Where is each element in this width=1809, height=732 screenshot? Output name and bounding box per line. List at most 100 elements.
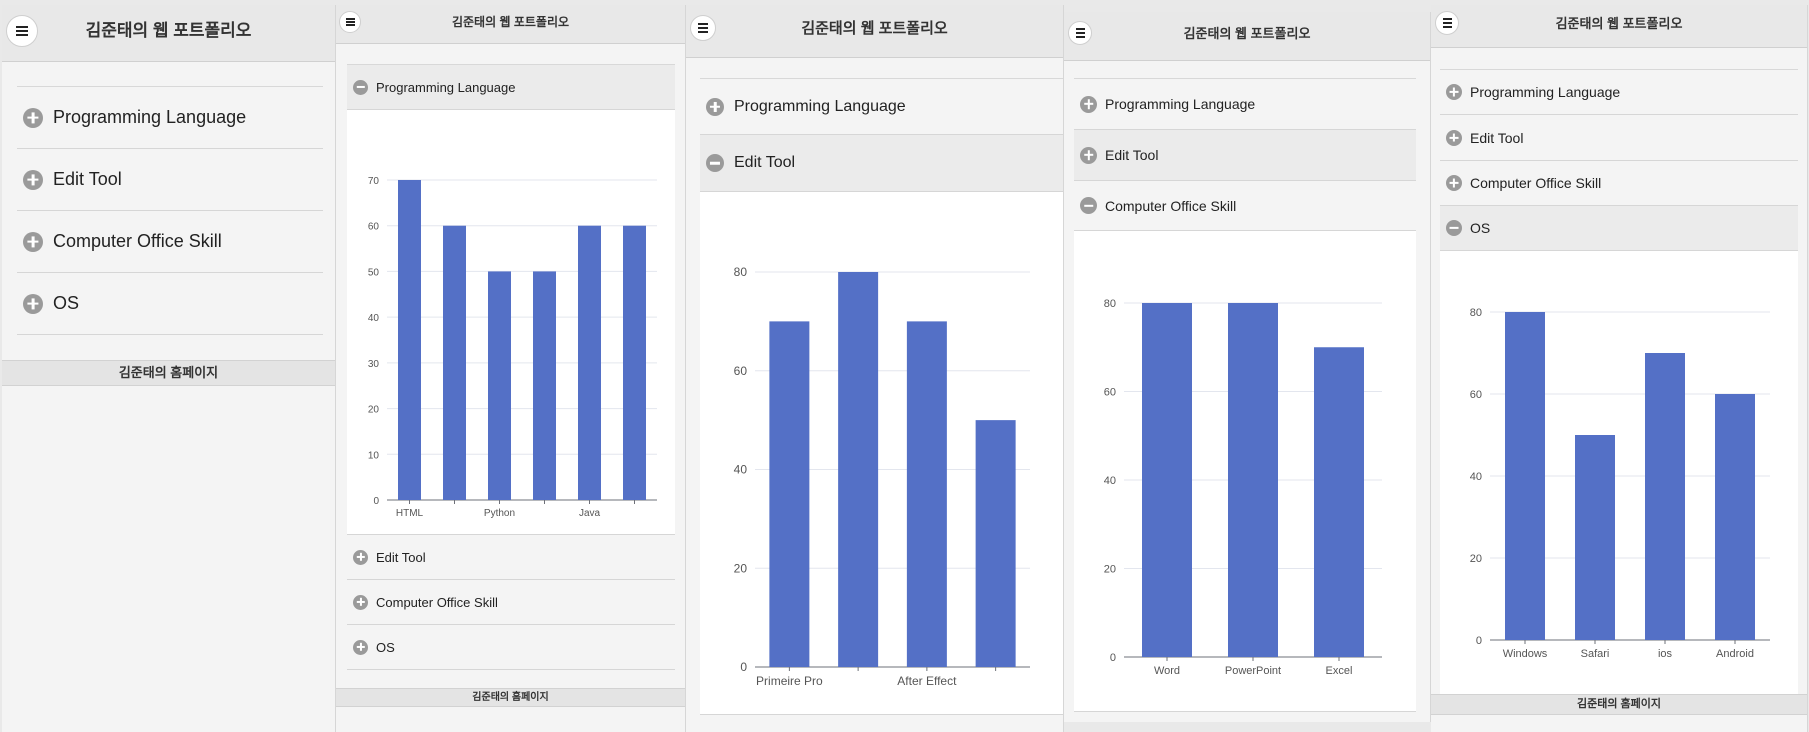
bar[interactable]	[1645, 353, 1685, 640]
accordion: Programming Language Edit Tool Computer …	[1440, 69, 1798, 698]
header-bar: 김준태의 웹 포트폴리오	[1064, 12, 1430, 61]
accordion: Programming Language Edit Tool 0 20 40 60 80…	[700, 78, 1063, 715]
accordion-item-programming[interactable]: Programming Language	[347, 65, 675, 110]
footer: 김준태의 홈페이지	[2, 360, 335, 386]
plus-icon	[1446, 175, 1462, 191]
accordion: Programming Language Edit Tool Computer …	[1074, 78, 1416, 712]
accordion-item-os[interactable]: OS	[17, 273, 323, 335]
x-tick-label: Android	[1716, 648, 1754, 660]
x-tick-label: Excel	[1326, 665, 1353, 677]
menu-button[interactable]	[1068, 21, 1092, 45]
accordion-item-programming[interactable]: Programming Language	[1440, 70, 1798, 115]
bar[interactable]	[1715, 394, 1755, 640]
y-tick-label: 80	[1104, 298, 1116, 310]
plus-icon	[23, 107, 43, 128]
y-tick-label: 60	[1470, 389, 1482, 401]
accordion-label: Programming Language	[376, 79, 516, 95]
bar[interactable]	[623, 225, 646, 500]
bar[interactable]	[1575, 435, 1615, 640]
bar[interactable]	[398, 180, 421, 500]
bar-chart-os: 0 20 40 60 80 Windows Safari ios Android	[1470, 307, 1770, 660]
accordion-label: Edit Tool	[376, 549, 426, 565]
accordion-label: Programming Language	[734, 97, 906, 115]
footer-text: 김준태의 홈페이지	[472, 692, 549, 703]
x-tick-label: Safari	[1581, 648, 1610, 660]
page-title: 김준태의 웹 포트폴리오	[1183, 26, 1311, 41]
x-tick-label: Java	[579, 508, 601, 519]
bar[interactable]	[578, 225, 601, 500]
accordion-item-office-skill[interactable]: Computer Office Skill	[1074, 181, 1416, 231]
plus-icon	[1446, 84, 1462, 100]
plus-icon	[1080, 146, 1097, 164]
plus-icon	[1080, 95, 1097, 113]
bar[interactable]	[906, 321, 947, 667]
accordion-item-edit-tool[interactable]: Edit Tool	[700, 135, 1063, 192]
page-title: 김준태의 웹 포트폴리오	[801, 20, 948, 37]
hamburger-icon	[345, 17, 355, 28]
panel-os-open: 김준태의 웹 포트폴리오 Programming Language Edit T…	[1431, 5, 1808, 732]
bar[interactable]	[443, 225, 466, 500]
accordion-item-programming[interactable]: Programming Language	[17, 87, 323, 149]
hamburger-icon	[1442, 16, 1452, 30]
panel-programming-open: 김준태의 웹 포트폴리오 Programming Language 0 10 20 3…	[336, 5, 686, 732]
accordion-item-os[interactable]: OS	[1440, 206, 1798, 251]
bar[interactable]	[975, 420, 1016, 667]
accordion-item-os[interactable]: OS	[347, 625, 675, 670]
y-tick-label: 40	[368, 313, 380, 324]
accordion-item-edit-tool[interactable]: Edit Tool	[347, 535, 675, 580]
y-tick-label: 10	[368, 450, 380, 461]
y-tick-label: 50	[368, 267, 380, 278]
bar[interactable]	[533, 271, 556, 500]
x-tick-label: HTML	[396, 508, 424, 519]
y-tick-label: 30	[368, 359, 380, 370]
bar[interactable]	[1142, 303, 1192, 657]
menu-button[interactable]	[339, 11, 361, 33]
header-bar: 김준태의 웹 포트폴리오	[1431, 5, 1807, 48]
plus-icon	[23, 231, 43, 252]
menu-button[interactable]	[690, 15, 716, 41]
menu-button[interactable]	[6, 15, 38, 47]
x-tick-label: Windows	[1503, 648, 1548, 660]
accordion-item-programming[interactable]: Programming Language	[700, 79, 1063, 135]
chart-panel: 0 20 40 60 80 Word PowerPoint Excel	[1074, 231, 1416, 712]
page-title: 김준태의 웹 포트폴리오	[1555, 16, 1683, 31]
y-tick-label: 60	[734, 364, 748, 378]
accordion-item-office-skill[interactable]: Computer Office Skill	[1440, 161, 1798, 206]
accordion-label: Computer Office Skill	[53, 231, 222, 251]
y-tick-label: 0	[1476, 635, 1482, 647]
header-bar: 김준태의 웹 포트폴리오	[686, 5, 1063, 58]
accordion: Programming Language Edit Tool Computer …	[17, 86, 323, 335]
x-tick-label: Primeire Pro	[756, 674, 823, 688]
y-tick-label: 80	[734, 265, 748, 279]
accordion-label: Computer Office Skill	[376, 594, 498, 610]
bar[interactable]	[769, 321, 810, 667]
accordion-label: OS	[1470, 220, 1491, 236]
header-bar: 김준태의 웹 포트폴리오	[2, 5, 335, 62]
plus-icon	[353, 549, 368, 565]
bar[interactable]	[488, 271, 511, 500]
accordion-item-programming[interactable]: Programming Language	[1074, 79, 1416, 130]
chart-panel: 0 20 40 60 80 Windows Safari ios Android	[1440, 251, 1798, 698]
minus-icon	[1080, 197, 1097, 214]
minus-icon	[1446, 220, 1462, 236]
accordion-item-edit-tool[interactable]: Edit Tool	[17, 149, 323, 211]
accordion-item-edit-tool[interactable]: Edit Tool	[1074, 130, 1416, 181]
accordion-item-office-skill[interactable]: Computer Office Skill	[17, 211, 323, 273]
y-tick-label: 70	[368, 176, 380, 187]
y-tick-label: 80	[1470, 307, 1482, 319]
bar[interactable]	[1314, 347, 1364, 657]
hamburger-icon	[698, 21, 708, 35]
bar[interactable]	[1228, 303, 1278, 657]
accordion-item-edit-tool[interactable]: Edit Tool	[1440, 115, 1798, 161]
accordion: Programming Language 0 10 20 30 40 50 60 70 HTML…	[347, 64, 675, 670]
accordion-label: Edit Tool	[53, 169, 122, 189]
accordion-label: OS	[376, 639, 395, 655]
accordion-item-office-skill[interactable]: Computer Office Skill	[347, 580, 675, 625]
x-tick-label: After Effect	[897, 674, 957, 688]
bar[interactable]	[838, 272, 879, 667]
menu-button[interactable]	[1435, 11, 1459, 35]
minus-icon	[353, 79, 368, 95]
y-tick-label: 20	[1470, 553, 1482, 565]
bar[interactable]	[1505, 312, 1545, 640]
panel-edit-tool-open: 김준태의 웹 포트폴리오 Programming Language Edit T…	[686, 5, 1064, 732]
